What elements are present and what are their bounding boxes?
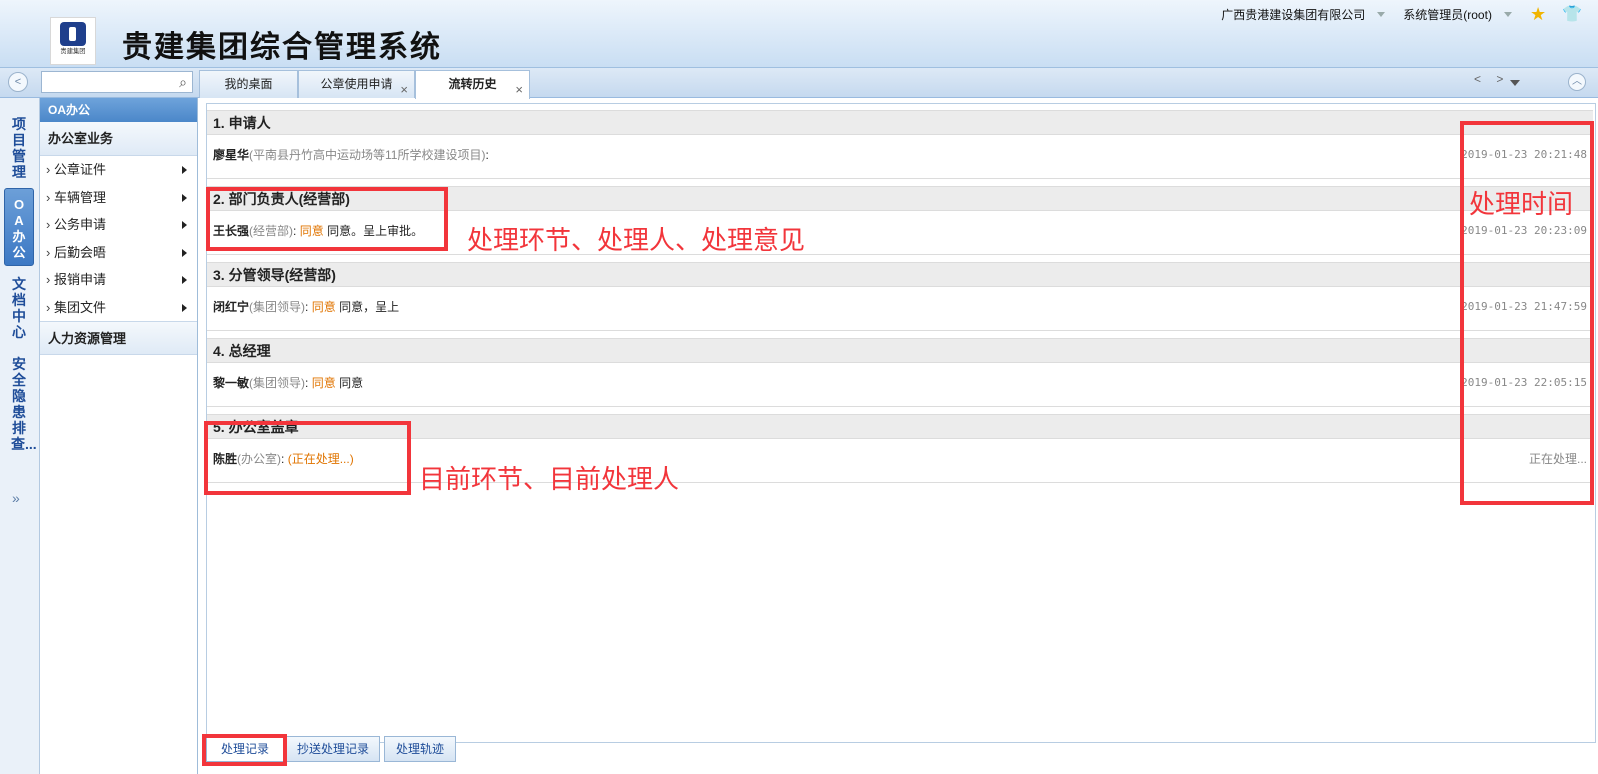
annotation-box-current [204,421,411,495]
close-tab-icon[interactable]: × [515,77,523,103]
tab-label: 我的桌面 [224,77,273,91]
tab-label: 公章使用申请 [320,77,393,91]
menu-item-label: 集团文件 [54,299,107,315]
step-detail: 闭红宁(集团领导): 同意 同意，呈上 2019-01-23 21:47:59 [207,287,1593,331]
vnav-oa-office[interactable]: OA办公 [4,188,34,266]
submenu-arrow-icon [182,276,187,284]
menu-item-reimbursement[interactable]: 报销申请 [40,266,197,294]
step-detail: 廖星华(平南县丹竹高中运动场等11所学校建设项目): 2019-01-23 20… [207,135,1593,179]
favorites-star-icon[interactable]: ★ [1530,4,1546,25]
menu-item-official-request[interactable]: 公务申请 [40,211,197,239]
menu-header: OA办公 [40,98,197,122]
flow-step: 4. 总经理 黎一敏(集团领导): 同意 同意 2019-01-23 22:05… [207,338,1593,407]
expand-more-icon[interactable]: » [12,490,20,506]
annotation-text-current: 目前环节、目前处理人 [419,464,680,494]
system-title: 贵建集团综合管理系统 [122,30,442,65]
vnav-label: 安全隐患排查... [11,356,37,452]
company-logo: 贵建集团 [50,17,96,65]
step-status: 同意 [311,300,336,314]
vertical-module-nav: 项目管理 OA办公 文档中心 安全隐患排查... » [0,98,40,774]
annotation-box-records-tab [202,734,287,766]
close-tab-icon[interactable]: × [400,77,408,103]
step-colon: : [305,376,309,390]
company-dropdown-icon[interactable] [1377,11,1386,17]
menu-search-input[interactable]: ⌕ [41,71,193,93]
tab-label: 抄送处理记录 [296,742,369,756]
step-person: 廖星华 [213,148,250,162]
left-menu: OA办公 办公室业务 公章证件 车辆管理 公务申请 后勤会晤 报销申请 集团文件… [40,98,198,774]
system-title-reflection: 贵建集团综合管理系统 [122,48,442,54]
user-menu[interactable]: 系统管理员(root) [1403,6,1492,23]
menu-item-label: 车辆管理 [54,189,107,205]
annotation-box-step-info [206,187,448,251]
step-colon: : [485,148,489,162]
tab-seal-application[interactable]: 公章使用申请 × [298,70,415,98]
step-dept: (集团领导) [249,300,306,314]
vnav-label: 文档中心 [12,276,26,340]
vnav-document-center[interactable]: 文档中心 [4,276,34,340]
menu-item-label: 后勤会晤 [54,244,107,260]
submenu-arrow-icon [182,193,187,202]
step-dept: (平南县丹竹高中运动场等11所学校建设项目) [249,148,486,162]
company-selector[interactable]: 广西贵港建设集团有限公司 [1221,6,1365,23]
tab-cc-process-records[interactable]: 抄送处理记录 [286,736,380,762]
tab-flow-history[interactable]: 流转历史 × [415,70,530,99]
step-colon: : [305,300,309,314]
annotation-text-step-info: 处理环节、处理人、处理意见 [467,225,806,255]
step-person: 闭红宁 [213,300,250,314]
step-person: 黎一敏 [213,376,250,390]
step-status: 同意 [311,376,336,390]
flow-step-current: 5. 办公室盖章 陈胜(办公室): (正在处理...) 正在处理... [207,414,1593,483]
submenu-arrow-icon [182,303,187,312]
logo-caption: 贵建集团 [60,48,86,55]
step-comment: 同意 [339,376,364,390]
tab-process-trace[interactable]: 处理轨迹 [384,736,456,762]
submenu-arrow-icon [182,166,187,174]
step-comment: 同意，呈上 [339,300,400,314]
submenu-arrow-icon [182,221,187,229]
menu-item-vehicle[interactable]: 车辆管理 [40,184,197,212]
menu-group-office-business[interactable]: 办公室业务 [40,122,197,156]
tab-label: 流转历史 [448,77,497,91]
vnav-project-management[interactable]: 项目管理 [4,116,34,180]
user-dropdown-icon[interactable] [1503,11,1512,17]
menu-group-hr[interactable]: 人力资源管理 [40,321,197,355]
annotation-box-time [1460,121,1594,505]
menu-item-label: 报销申请 [54,272,107,287]
tab-list-dropdown-icon[interactable] [1510,80,1520,86]
skin-shirt-icon[interactable]: 👕 [1562,4,1582,24]
collapse-header-icon[interactable]: ︿ [1568,73,1586,91]
menu-item-label: 公务申请 [54,217,107,232]
tab-scroll-arrows[interactable]: < > [1474,72,1509,86]
menu-item-group-documents[interactable]: 集团文件 [40,294,197,322]
logo-mark-icon [60,22,86,46]
flow-step: 3. 分管领导(经营部) 闭红宁(集团领导): 同意 同意，呈上 2019-01… [207,262,1593,331]
step-title: 4. 总经理 [207,338,1593,363]
vnav-label: 项目管理 [12,116,26,180]
collapse-sidebar-icon[interactable]: < [8,72,28,92]
step-title: 3. 分管领导(经营部) [207,262,1593,287]
vnav-safety-inspection[interactable]: 安全隐患排查... [4,356,37,452]
step-dept: (集团领导) [249,376,306,390]
app-header: 贵建集团 贵建集团综合管理系统 贵建集团综合管理系统 广西贵港建设集团有限公司 … [0,0,1598,68]
annotation-text-time: 处理时间 [1469,189,1574,219]
flow-step: 1. 申请人 廖星华(平南县丹竹高中运动场等11所学校建设项目): 2019-0… [207,110,1593,179]
step-title: 5. 办公室盖章 [207,414,1593,439]
search-icon[interactable]: ⌕ [179,74,187,91]
top-right-bar: 广西贵港建设集团有限公司 系统管理员(root) ★ 👕 [1221,4,1598,24]
menu-item-seal-certificate[interactable]: 公章证件 [40,156,197,184]
submenu-arrow-icon [182,248,187,257]
tab-my-desktop[interactable]: 我的桌面 [199,70,298,98]
menu-item-label: 公章证件 [54,162,107,177]
step-detail: 黎一敏(集团领导): 同意 同意 2019-01-23 22:05:15 [207,363,1593,407]
step-title: 1. 申请人 [207,110,1593,135]
menu-item-logistics-meeting[interactable]: 后勤会晤 [40,239,197,267]
tab-bar: < ⌕ 我的桌面 公章使用申请 × 流转历史 × < > ︿ [0,68,1598,99]
step-detail: 陈胜(办公室): (正在处理...) 正在处理... [207,439,1593,483]
tab-label: 处理轨迹 [395,742,444,756]
vnav-label: OA办公 [12,197,26,260]
